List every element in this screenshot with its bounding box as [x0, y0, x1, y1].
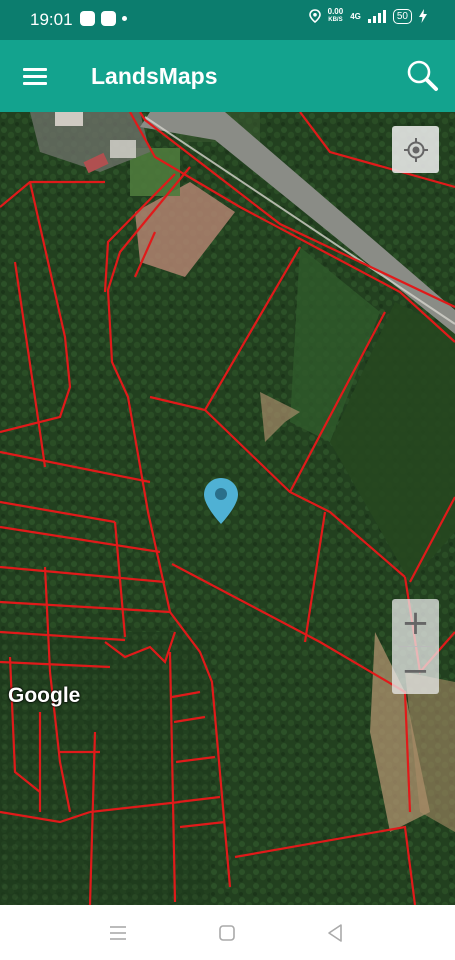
more-notifications-dot-icon [122, 16, 127, 21]
gallery-app-icon [101, 11, 116, 26]
notification-icons [80, 11, 127, 26]
charging-bolt-icon [419, 9, 427, 23]
home-button[interactable] [213, 919, 241, 947]
network-type: 4G [350, 11, 361, 21]
signal-strength-icon [367, 9, 386, 23]
line-app-icon [80, 11, 95, 26]
search-icon [407, 60, 438, 91]
menu-button[interactable] [20, 62, 50, 92]
battery-indicator: 50 [392, 8, 412, 24]
status-time: 19:01 [30, 10, 73, 29]
back-button[interactable] [321, 919, 349, 947]
system-navigation-bar [0, 905, 455, 960]
recents-icon [110, 926, 126, 940]
home-icon [219, 925, 235, 941]
map-pin-icon[interactable] [203, 477, 239, 525]
recents-button[interactable] [104, 919, 132, 947]
network-speed: 0.00 KB/S [328, 8, 344, 24]
app-title: LandsMaps [91, 63, 218, 89]
my-location-button[interactable] [392, 126, 439, 173]
network-speed-unit: KB/S [328, 17, 343, 23]
zoom-control: + − [392, 599, 439, 694]
google-attribution: Google [8, 684, 81, 707]
search-button[interactable] [405, 58, 441, 94]
location-status-icon [308, 9, 321, 23]
back-icon [328, 924, 342, 942]
app-bar: LandsMaps [0, 40, 455, 112]
status-bar: 19:01 0.00 KB/S 4G 50 [0, 0, 455, 40]
my-location-icon [403, 137, 428, 162]
map-view[interactable]: + − Google [0, 112, 455, 905]
system-icons: 0.00 KB/S 4G 50 [308, 8, 427, 24]
network-speed-value: 0.00 [327, 7, 344, 16]
zoom-in-button[interactable]: + [392, 599, 439, 646]
zoom-out-button[interactable]: − [392, 647, 439, 694]
